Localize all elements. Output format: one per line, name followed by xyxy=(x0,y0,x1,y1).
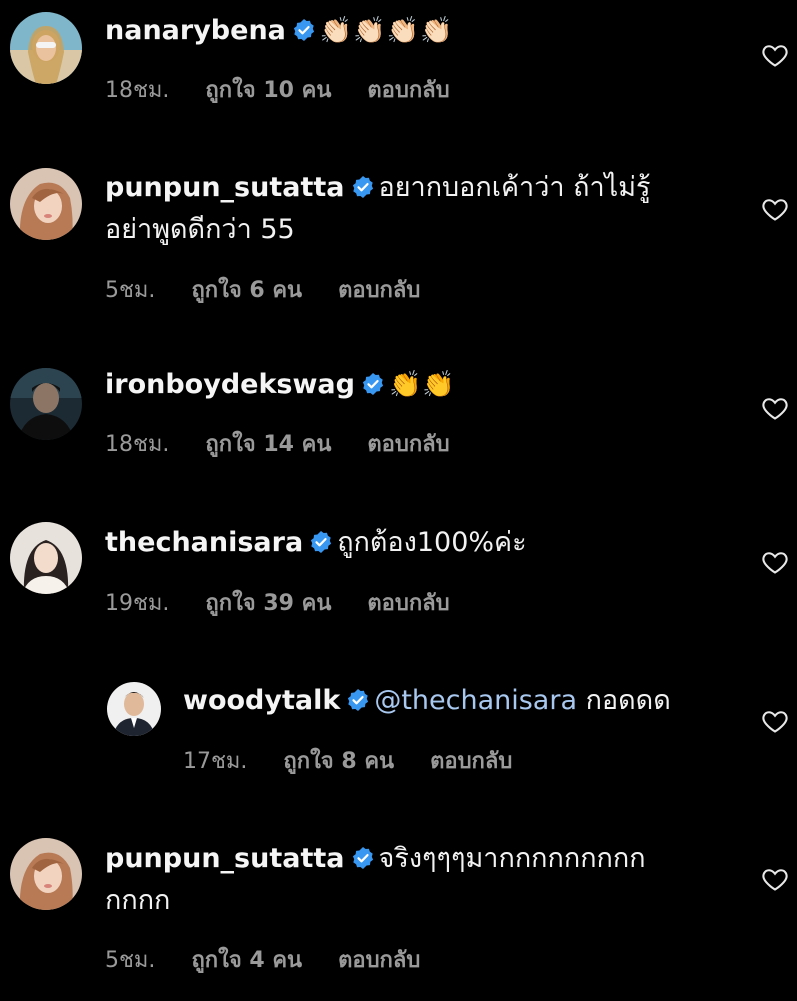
verified-badge-icon xyxy=(292,18,316,42)
comment-username[interactable]: punpun_sutatta xyxy=(105,172,345,203)
comment-time: 5ชม. xyxy=(105,948,156,973)
comment-text: ถูกต้อง100%ค่ะ xyxy=(337,527,527,558)
verified-badge-icon xyxy=(309,530,333,554)
comment-meta: 18ชม. ถูกใจ 10 คน ตอบกลับ xyxy=(105,72,486,107)
comment-time: 5ชม. xyxy=(105,278,156,303)
reply-button[interactable]: ตอบกลับ xyxy=(367,432,449,457)
verified-badge-icon xyxy=(351,175,375,199)
comment-emoji: 👏🏻👏🏻👏🏻👏🏻 xyxy=(319,16,454,46)
avatar-beach-woman-icon[interactable] xyxy=(10,12,82,84)
comment-time: 19ชม. xyxy=(105,591,170,616)
comment-text-continued: อย่าพูดดีกว่า 55 xyxy=(105,214,295,245)
comment-meta: 19ชม. ถูกใจ 39 คน ตอบกลับ xyxy=(105,585,486,620)
comment-text: กอดดด xyxy=(577,685,671,716)
avatar-woman-portrait-icon[interactable] xyxy=(10,838,82,910)
avatar-man-suit-icon[interactable] xyxy=(107,682,161,736)
comment-meta: 5ชม. ถูกใจ 4 คน ตอบกลับ xyxy=(105,942,456,977)
comment-time: 18ชม. xyxy=(105,432,170,457)
reply-button[interactable]: ตอบกลับ xyxy=(367,78,449,103)
comment-text: อยากบอกเค้าว่า ถ้าไม่รู้ xyxy=(378,172,651,203)
comment-likes[interactable]: ถูกใจ 8 คน xyxy=(283,749,394,774)
like-heart-icon[interactable] xyxy=(761,865,789,893)
reply-button[interactable]: ตอบกลับ xyxy=(367,591,449,616)
reply-button[interactable]: ตอบกลับ xyxy=(338,278,420,303)
reply-button[interactable]: ตอบกลับ xyxy=(338,948,420,973)
comment-likes[interactable]: ถูกใจ 39 คน xyxy=(205,591,331,616)
like-heart-icon[interactable] xyxy=(761,394,789,422)
avatar-man-dark-icon[interactable] xyxy=(10,368,82,440)
like-heart-icon[interactable] xyxy=(761,548,789,576)
reply-button[interactable]: ตอบกลับ xyxy=(430,749,512,774)
comment-username[interactable]: punpun_sutatta xyxy=(105,843,345,874)
comment-likes[interactable]: ถูกใจ 6 คน xyxy=(191,278,302,303)
comment-username[interactable]: nanarybena xyxy=(105,15,286,46)
comment-likes[interactable]: ถูกใจ 14 คน xyxy=(205,432,331,457)
verified-badge-icon xyxy=(351,846,375,870)
comment-meta: 5ชม. ถูกใจ 6 คน ตอบกลับ xyxy=(105,272,456,307)
verified-badge-icon xyxy=(346,688,370,712)
like-heart-icon[interactable] xyxy=(761,41,789,69)
comment-meta: 18ชม. ถูกใจ 14 คน ตอบกลับ xyxy=(105,426,486,461)
like-heart-icon[interactable] xyxy=(761,707,789,735)
comment-text-continued: กกกก xyxy=(105,885,171,916)
comment-username[interactable]: ironboydekswag xyxy=(105,369,355,400)
verified-badge-icon xyxy=(361,372,385,396)
comment-text: จริงๆๆๆมากกกกกกกกก xyxy=(378,843,646,874)
comment-likes[interactable]: ถูกใจ 10 คน xyxy=(205,78,331,103)
like-heart-icon[interactable] xyxy=(761,195,789,223)
comment-time: 18ชม. xyxy=(105,78,170,103)
comment-emoji: 👏👏 xyxy=(388,370,456,400)
comment-time: 17ชม. xyxy=(183,749,248,774)
comment-username[interactable]: thechanisara xyxy=(105,527,303,558)
avatar-woman-portrait-icon[interactable] xyxy=(10,168,82,240)
comment-username[interactable]: woodytalk xyxy=(183,685,340,716)
comment-meta: 17ชม. ถูกใจ 8 คน ตอบกลับ xyxy=(183,743,548,778)
comment-likes[interactable]: ถูกใจ 4 คน xyxy=(191,948,302,973)
avatar-woman-light-icon[interactable] xyxy=(10,522,82,594)
mention-link[interactable]: @thechanisara xyxy=(374,685,577,716)
